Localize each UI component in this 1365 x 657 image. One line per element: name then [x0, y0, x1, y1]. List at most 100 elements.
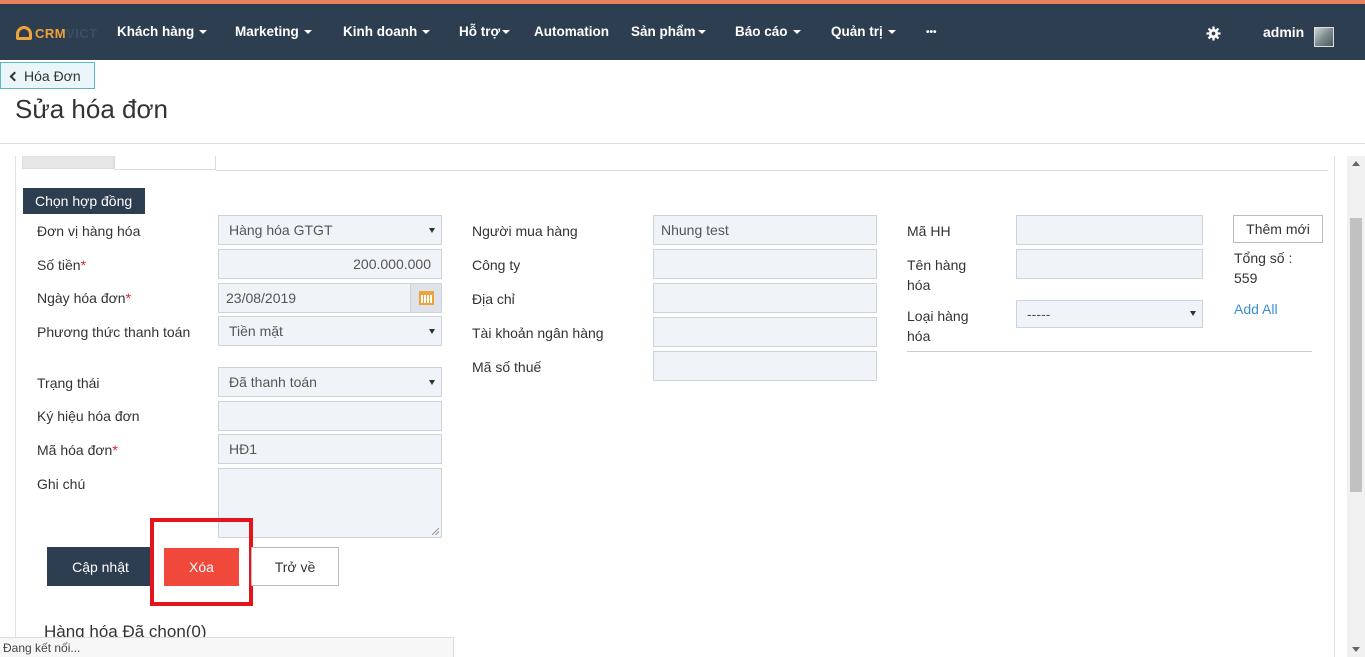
nav-item-products[interactable]: Sản phẩm [631, 24, 706, 39]
caret-down-icon [792, 30, 801, 35]
amount-value: 200.000.000 [353, 256, 431, 272]
unit-select[interactable]: Hàng hóa GTGT [218, 215, 442, 245]
tax-code-input[interactable] [653, 351, 877, 381]
back-button[interactable]: Trở về [251, 547, 339, 586]
resize-grip-icon[interactable] [432, 528, 439, 535]
select-caret-icon [429, 228, 435, 233]
caret-down-icon [199, 30, 208, 35]
header-divider [0, 143, 1365, 144]
nav-item-marketing[interactable]: Marketing [235, 24, 312, 39]
tab-active[interactable] [114, 156, 216, 170]
browser-status-bar: Đang kết nối... [0, 637, 454, 657]
unit-value: Hàng hóa GTGT [229, 222, 333, 238]
nav-label: Marketing [235, 24, 299, 39]
select-caret-icon [429, 329, 435, 334]
chevron-left-icon [9, 71, 20, 82]
nav-item-sales[interactable]: Kinh doanh [343, 24, 431, 39]
update-button[interactable]: Cập nhật [47, 547, 154, 586]
status-value: Đã thanh toán [229, 374, 317, 390]
logo-icon [16, 26, 32, 40]
delete-highlight-box [150, 518, 253, 606]
nav-item-more[interactable]: ••• [926, 27, 937, 38]
back-to-invoices-button[interactable]: Hóa Đơn [0, 62, 95, 89]
address-input[interactable] [653, 283, 877, 313]
nav-item-support[interactable]: Hỗ trợ [459, 24, 511, 39]
note-label: Ghi chú [37, 476, 86, 492]
nav-item-customers[interactable]: Khách hàng [117, 24, 208, 39]
amount-input[interactable]: 200.000.000 [218, 249, 442, 279]
calendar-button[interactable] [410, 283, 442, 313]
address-label: Địa chỉ [472, 291, 515, 307]
page-title: Sửa hóa đơn [15, 94, 169, 124]
product-name-label: Tên hàng hóa [907, 257, 967, 293]
payment-method-label: Phương thức thanh toán [37, 324, 191, 340]
nav-label: Báo cáo [735, 24, 788, 39]
unit-label: Đơn vị hàng hóa [37, 223, 141, 239]
choose-contract-button[interactable]: Chọn hợp đồng [23, 188, 145, 214]
tab-divider [216, 170, 1328, 171]
add-new-button[interactable]: Thêm mới [1233, 215, 1323, 243]
nav-label: Quản trị [831, 24, 883, 39]
nav-label: Sản phẩm [631, 24, 696, 39]
caret-down-icon [303, 30, 312, 35]
caret-down-icon [697, 30, 706, 35]
total-value: 559 [1234, 270, 1258, 286]
payment-method-value: Tiền mặt [229, 323, 283, 339]
avatar[interactable] [1314, 27, 1334, 47]
total-label: Tổng số : [1234, 250, 1293, 266]
back-label: Hóa Đơn [24, 68, 81, 84]
user-name[interactable]: admin [1263, 24, 1304, 40]
logo-text-suffix: VICT [66, 25, 98, 41]
nav-item-admin[interactable]: Quản trị [831, 24, 896, 39]
invoice-symbol-input[interactable] [218, 401, 442, 431]
product-code-label: Mã HH [907, 223, 951, 239]
product-type-label: Loại hàng hóa [907, 308, 969, 344]
product-type-value: ----- [1027, 306, 1051, 322]
brand-logo[interactable]: CRM VICT [16, 23, 98, 43]
select-caret-icon [1190, 311, 1196, 316]
product-type-select[interactable]: ----- [1016, 300, 1203, 328]
scroll-up-icon[interactable] [1352, 161, 1360, 166]
status-label: Trạng thái [37, 375, 100, 391]
calendar-icon [419, 291, 434, 305]
caret-down-icon [502, 30, 511, 35]
scroll-down-icon[interactable] [1352, 647, 1360, 652]
scroll-thumb[interactable] [1350, 218, 1362, 492]
right-column-divider [907, 351, 1312, 352]
product-name-input[interactable] [1016, 249, 1203, 279]
product-code-input[interactable] [1016, 215, 1203, 245]
invoice-date-input[interactable]: 23/08/2019 [218, 283, 411, 313]
nav-label: Automation [534, 24, 609, 39]
gear-icon[interactable] [1206, 26, 1221, 41]
company-label: Công ty [472, 257, 521, 273]
logo-text-prefix: CRM [35, 25, 67, 41]
buyer-input[interactable]: Nhung test [653, 215, 877, 245]
invoice-date-value: 23/08/2019 [226, 290, 297, 306]
tab-inactive[interactable] [22, 156, 114, 169]
nav-item-automation[interactable]: Automation [534, 24, 609, 39]
bank-account-input[interactable] [653, 317, 877, 347]
bank-account-label: Tài khoản ngân hàng [472, 325, 604, 341]
nav-label: Kinh doanh [343, 24, 418, 39]
invoice-code-value: HĐ1 [229, 441, 258, 457]
nav-item-reports[interactable]: Báo cáo [735, 24, 801, 39]
invoice-symbol-label: Ký hiệu hóa đơn [37, 408, 140, 424]
company-input[interactable] [653, 249, 877, 279]
add-all-link[interactable]: Add All [1234, 301, 1278, 317]
select-caret-icon [429, 380, 435, 385]
invoice-date-label: Ngày hóa đơn* [37, 290, 132, 306]
status-select[interactable]: Đã thanh toán [218, 367, 442, 397]
page-scrollbar[interactable] [1347, 156, 1365, 657]
amount-label: Số tiền* [37, 257, 87, 273]
invoice-code-input[interactable]: HĐ1 [218, 434, 442, 464]
more-icon: ••• [926, 27, 937, 38]
tax-code-label: Mã số thuế [472, 359, 542, 375]
nav-label: Hỗ trợ [459, 24, 501, 39]
top-navbar: CRM VICT Khách hàng Marketing Kinh doanh… [0, 4, 1365, 60]
invoice-code-label: Mã hóa đơn* [37, 442, 118, 458]
nav-label: Khách hàng [117, 24, 195, 39]
buyer-label: Người mua hàng [472, 223, 578, 239]
buyer-value: Nhung test [661, 222, 729, 238]
payment-method-select[interactable]: Tiền mặt [218, 316, 442, 346]
caret-down-icon [887, 30, 896, 35]
